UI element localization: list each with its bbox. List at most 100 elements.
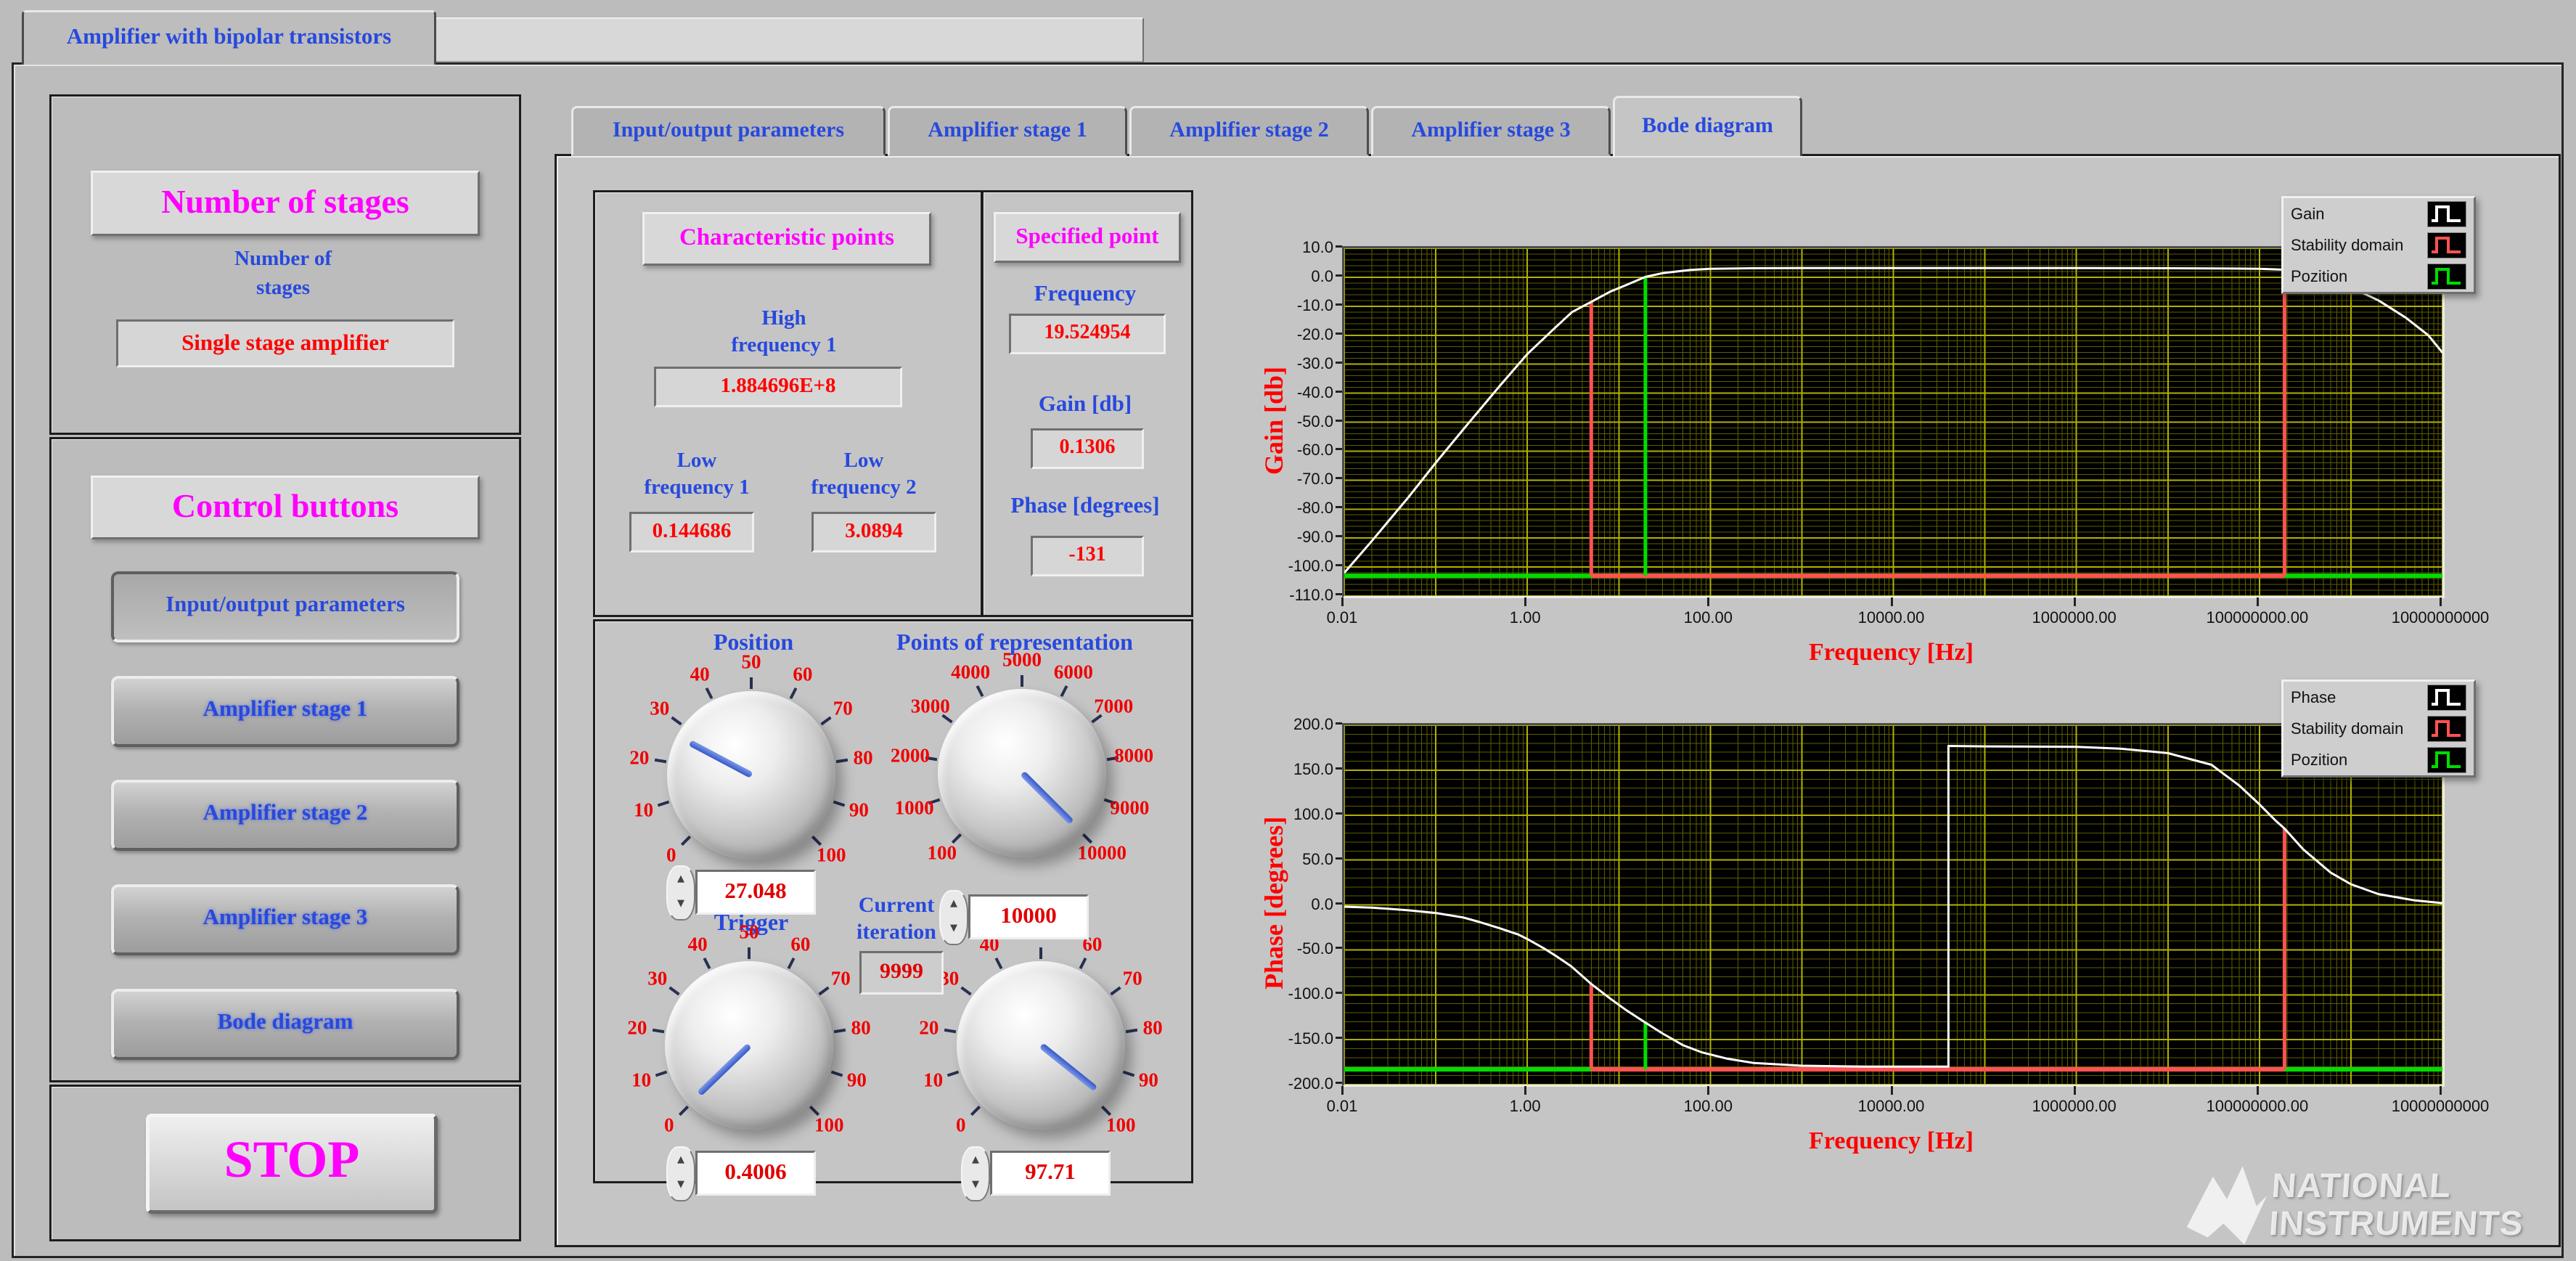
y-tick — [1336, 245, 1342, 248]
y-tick-label: 0.0 — [1254, 267, 1333, 286]
knob-needle[interactable] — [697, 1043, 751, 1096]
trigger-spinner[interactable]: ▲▼ — [666, 1146, 695, 1201]
domain-knob[interactable]: 0102030405060708090100 — [917, 922, 1164, 1169]
knob-scale-label: 100 — [814, 1114, 844, 1137]
knob-scale-label: 70 — [831, 968, 851, 990]
tab-amplifier-stage-2[interactable]: Amplifier stage 2 — [1129, 106, 1369, 156]
y-tick — [1336, 391, 1342, 393]
low-frequency-1-label: Lowfrequency 1 — [616, 447, 778, 501]
y-tick — [1336, 564, 1342, 566]
x-tick-label: 1.00 — [1510, 608, 1541, 627]
x-tick-label: 1000000.00 — [2032, 608, 2117, 627]
knob-face[interactable] — [667, 691, 835, 860]
knob-scale-label: 50 — [740, 921, 759, 944]
position-spinner[interactable]: ▲▼ — [666, 865, 695, 921]
stop-button[interactable]: STOP — [146, 1114, 438, 1214]
knob-tick — [820, 717, 831, 726]
knob-scale-label: 10000 — [1078, 842, 1127, 865]
points-value[interactable]: 10000 — [968, 894, 1089, 939]
characteristic-points-header: Characteristic points — [642, 212, 931, 266]
window-tab-strip — [433, 17, 1144, 62]
control-button-input-output-parameters[interactable]: Input/output parameters — [111, 571, 459, 642]
x-tick-label: 100000000.00 — [2206, 1097, 2308, 1116]
knob-scale-label: 7000 — [1094, 695, 1133, 718]
window-tab[interactable]: Amplifier with bipolar transistors — [22, 10, 436, 65]
front-panel: Amplifier with bipolar transistors Numbe… — [0, 0, 2576, 1261]
low-frequency-1-value: 0.144686 — [629, 512, 754, 552]
knob-scale-label: 20 — [629, 746, 649, 769]
knob-needle[interactable] — [689, 740, 753, 778]
x-axis-title: Frequency [Hz] — [1420, 1127, 2363, 1155]
domain-value[interactable]: 97.71 — [990, 1151, 1111, 1196]
current-iteration-label: Currentiteration — [827, 891, 965, 945]
y-tick — [1336, 902, 1342, 905]
knob-scale-label: 40 — [690, 664, 710, 686]
knob-scale-label: 10 — [631, 1069, 651, 1092]
points-of-representation-knob[interactable]: 1001000200030004000500060007000800090001… — [899, 650, 1145, 897]
knob-tick — [681, 836, 691, 846]
x-tick-label: 10000.00 — [1858, 1097, 1925, 1116]
y-tick-label: -100.0 — [1254, 557, 1333, 576]
position-value[interactable]: 27.048 — [695, 870, 816, 915]
knob-scale-label: 1000 — [895, 797, 934, 820]
knob-scale-label: 100 — [927, 842, 957, 865]
legend-line-style-icon — [2427, 201, 2466, 227]
control-button-amplifier-stage-2[interactable]: Amplifier stage 2 — [111, 780, 459, 851]
y-tick-label: -200.0 — [1254, 1074, 1333, 1093]
low-frequency-2-label: Lowfrequency 2 — [782, 447, 945, 501]
knob-tick — [658, 801, 669, 807]
knob-scale-label: 8000 — [1114, 744, 1153, 767]
x-tick-label: 0.01 — [1327, 608, 1358, 627]
knob-scale-label: 4000 — [951, 661, 990, 684]
control-button-label: Amplifier stage 3 — [203, 904, 368, 929]
x-tick — [2257, 1086, 2259, 1095]
position-knob[interactable]: 0102030405060708090100 — [628, 652, 875, 899]
knob-face[interactable] — [957, 961, 1125, 1130]
domain-spinner[interactable]: ▲▼ — [961, 1146, 990, 1201]
knob-scale-label: 80 — [854, 746, 873, 769]
y-tick — [1336, 274, 1342, 277]
x-tick-label: 10000000000 — [2392, 608, 2490, 627]
phase-label: Phase [degrees] — [977, 492, 1193, 518]
knob-scale-label: 5000 — [1002, 649, 1042, 672]
control-button-bode-diagram[interactable]: Bode diagram — [111, 989, 459, 1060]
tab-bode-diagram[interactable]: Bode diagram — [1613, 96, 1802, 156]
gain-graph: 10.00.0-10.0-20.0-30.0-40.0-50.0-60.0-70… — [1198, 168, 2501, 687]
frequency-value: 19.524954 — [1009, 314, 1166, 354]
knob-tick — [1021, 675, 1023, 687]
x-tick — [1707, 1086, 1709, 1095]
trigger-knob[interactable]: 0102030405060708090100 — [626, 922, 872, 1169]
knob-face[interactable] — [938, 689, 1106, 857]
x-tick — [1524, 597, 1526, 606]
y-tick — [1336, 593, 1342, 595]
knob-needle[interactable] — [1039, 1042, 1097, 1091]
knob-scale-label: 50 — [742, 651, 761, 674]
knob-needle[interactable] — [1020, 771, 1074, 825]
y-axis-title: Phase [degrees] — [1259, 772, 1289, 1034]
control-button-label: Bode diagram — [218, 1008, 353, 1034]
specified-point-header: Specified point — [994, 212, 1181, 263]
tab-input-output-parameters[interactable]: Input/output parameters — [571, 106, 886, 156]
legend-item-gain: Gain — [2283, 198, 2474, 229]
control-button-amplifier-stage-3[interactable]: Amplifier stage 3 — [111, 884, 459, 955]
x-tick — [1707, 597, 1709, 606]
knob-scale-label: 70 — [833, 698, 853, 720]
legend-label: Stability domain — [2291, 719, 2403, 738]
tab-amplifier-stage-1[interactable]: Amplifier stage 1 — [888, 106, 1127, 156]
number-of-stages-value: Single stage amplifier — [116, 319, 454, 367]
control-button-amplifier-stage-1[interactable]: Amplifier stage 1 — [111, 676, 459, 747]
knob-tick — [787, 958, 795, 969]
knob-tick — [669, 987, 680, 996]
knob-scale-label: 60 — [790, 934, 810, 956]
legend-label: Pozition — [2291, 751, 2347, 770]
knob-scale-label: 90 — [1139, 1069, 1158, 1092]
legend-line-style-icon — [2427, 685, 2466, 711]
knob-tick — [671, 717, 682, 726]
tab-amplifier-stage-3[interactable]: Amplifier stage 3 — [1371, 106, 1611, 156]
knob-scale-label: 20 — [919, 1016, 939, 1039]
y-tick — [1336, 362, 1342, 364]
x-tick — [2257, 597, 2259, 606]
x-tick — [2074, 597, 2076, 606]
knob-face[interactable] — [665, 961, 833, 1130]
trigger-value[interactable]: 0.4006 — [695, 1151, 816, 1196]
